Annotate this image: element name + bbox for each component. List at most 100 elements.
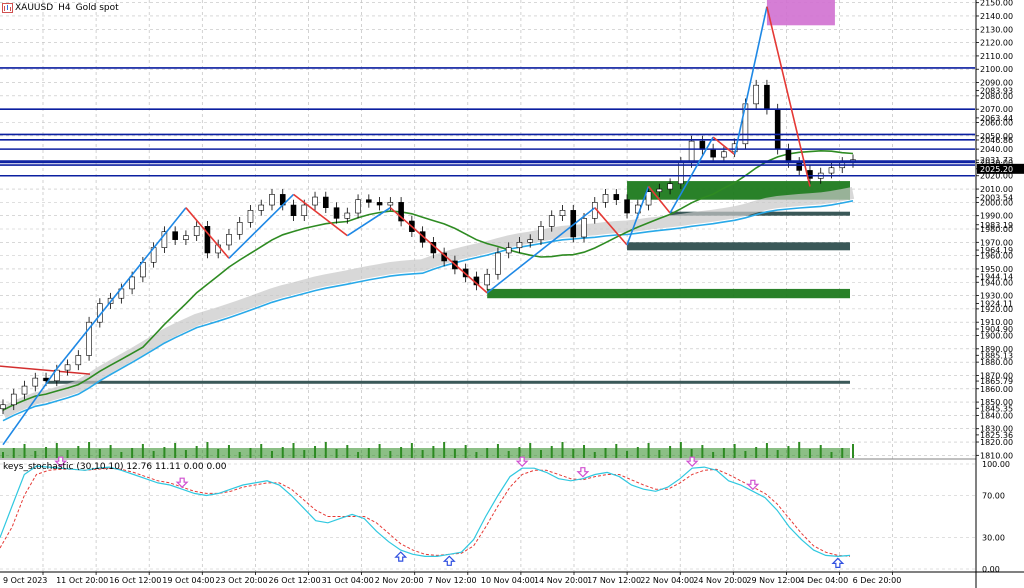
candle-body (527, 239, 534, 243)
price-axis-label: 1880.00 (980, 358, 1013, 367)
indicator-label: keys_stochastic (30,10,10) 12.76 11.11 0… (3, 462, 227, 472)
time-axis-label: 17 Nov 12:00 (587, 576, 641, 585)
price-chart[interactable]: 2150.00 2140.00 2130.00 2120.00 2110.00 2100.… (0, 0, 1024, 588)
candle-body (129, 276, 135, 290)
candle-body (0, 404, 6, 410)
zone-dark (46, 380, 851, 384)
price-axis-label: 1810.00 (980, 451, 1013, 460)
oscillator-level-label: 0.00 (982, 565, 1000, 574)
candle-body (64, 364, 71, 371)
price-axis-label: 2150.00 (980, 0, 1013, 8)
candle-body (344, 212, 351, 219)
price-axis-label: 2060.00 (980, 118, 1013, 127)
oscillator-level-label: 100.00 (982, 460, 1010, 469)
candle-body (183, 235, 189, 240)
oscillator-level-label: 70.00 (982, 492, 1005, 501)
time-axis-label: 23 Oct 20:00 (215, 576, 267, 585)
candle-body (538, 226, 544, 240)
price-axis-label: 2140.00 (980, 12, 1013, 21)
candle-body (32, 377, 39, 387)
time-axis-label: 2 Nov 20:00 (375, 576, 424, 585)
zone-dark (627, 242, 850, 251)
candle-body (366, 199, 372, 203)
time-axis-label: 24 Nov 20:00 (693, 576, 747, 585)
candle-body (247, 210, 254, 223)
price-axis-label: 1840.00 (980, 411, 1013, 420)
time-axis-label: 19 Oct 04:00 (162, 576, 214, 585)
zone-green (487, 288, 850, 299)
chart-window[interactable]: 2150.00 2140.00 2130.00 2120.00 2110.00 2100.… (0, 0, 1024, 588)
candle-body (710, 148, 716, 158)
candle-body (376, 202, 383, 206)
price-axis-label: 1960.00 (980, 252, 1013, 261)
time-axis-label: 14 Nov 20:00 (534, 576, 588, 585)
time-axis-label: 4 Dec 04:00 (800, 576, 849, 585)
candle-body (484, 273, 490, 286)
volume-bar (852, 444, 854, 458)
candle-body (312, 196, 318, 206)
price-axis-label: 2120.00 (980, 39, 1013, 48)
price-axis-label: 2110.00 (980, 52, 1013, 61)
candle-body (193, 226, 200, 236)
candle-body (269, 194, 275, 206)
time-axis-label: 10 Nov 04:00 (481, 576, 535, 585)
price-axis-label: 1980.00 (980, 225, 1013, 234)
current-price-label: 2025.20 (980, 165, 1013, 174)
price-axis-label: 2100.00 (980, 65, 1013, 74)
price-axis-label: 2130.00 (980, 25, 1013, 34)
price-axis-label: 1990.00 (980, 212, 1013, 221)
candle-body (333, 207, 340, 219)
chart-title-bar: XAUUSD H4 Gold spot (2, 1, 124, 15)
price-axis-label: 1940.00 (980, 278, 1013, 287)
candle-body (322, 196, 329, 208)
candle-body (721, 151, 727, 158)
candle-body (290, 204, 297, 216)
time-axis-label: 11 Oct 20:00 (56, 576, 108, 585)
candle-body (796, 162, 803, 171)
candle-body (258, 204, 265, 211)
description-label: Gold spot (75, 3, 119, 13)
candle-body (505, 247, 512, 254)
time-axis-label: 22 Nov 04:00 (640, 576, 694, 585)
candle-body (613, 194, 620, 201)
candle-body (828, 167, 835, 174)
candle-body (226, 234, 232, 246)
candle-body (236, 222, 243, 235)
candle-body (516, 242, 523, 248)
zone-magenta (766, 0, 835, 26)
candle-body (688, 140, 695, 163)
candle-body (581, 218, 587, 238)
price-axis-label: 2040.00 (980, 145, 1013, 154)
candle-body (559, 210, 566, 216)
price-axis-label: 2080.00 (980, 92, 1013, 101)
time-axis-label: 9 Oct 2023 (3, 576, 47, 585)
candle-body (75, 355, 82, 366)
oscillator-level-label: 30.00 (982, 534, 1005, 543)
candle-body (548, 215, 555, 227)
time-axis-label: 29 Nov 12:00 (746, 576, 800, 585)
candle-body (699, 140, 706, 150)
chart-window-icon (2, 3, 13, 13)
candle-body (355, 199, 361, 214)
candle-body (774, 108, 781, 150)
candle-body (764, 84, 770, 110)
candle-body (667, 183, 673, 190)
candle-body (21, 385, 28, 395)
price-axis-label: 2070.00 (980, 105, 1013, 114)
candle-body (753, 84, 759, 105)
timeframe-label: H4 (58, 3, 71, 13)
price-axis-label: 1920.00 (980, 305, 1013, 314)
candle-body (495, 252, 501, 275)
price-axis-label: 2046.86 (980, 136, 1013, 145)
price-axis-label: 1900.00 (980, 332, 1013, 341)
price-axis-label: 2000.00 (980, 198, 1013, 207)
candle-body (387, 202, 394, 206)
time-axis-label: 26 Oct 12:00 (269, 576, 321, 585)
candle-body (172, 231, 178, 240)
symbol-label: XAUUSD (15, 3, 54, 13)
time-axis-label: 7 Nov 12:00 (428, 576, 477, 585)
candle-body (645, 191, 652, 206)
time-axis-label: 16 Oct 12:00 (109, 576, 161, 585)
candle-body (602, 194, 609, 203)
time-axis-label: 31 Oct 04:00 (322, 576, 374, 585)
